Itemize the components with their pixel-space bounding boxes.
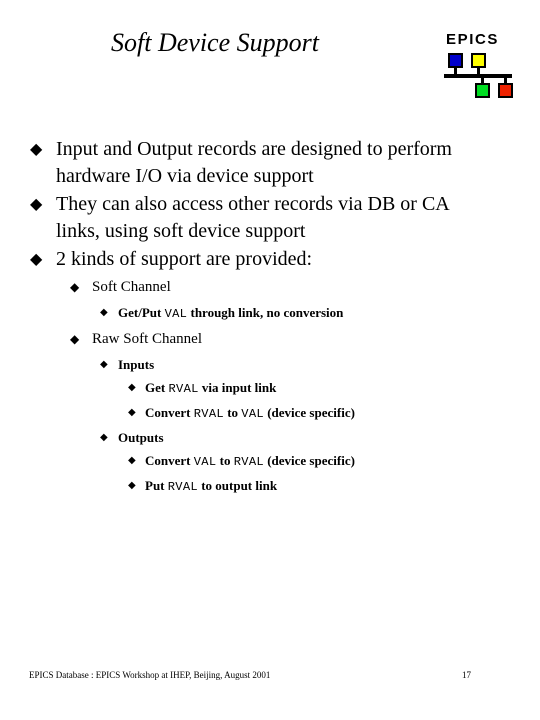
- diamond-bullet-icon: ◆: [30, 196, 43, 213]
- text-token: via input link: [198, 380, 277, 395]
- diamond-bullet-icon: ◆: [30, 251, 43, 268]
- slide-footer: EPICS Database : EPICS Workshop at IHEP,…: [0, 666, 540, 684]
- outline-item-level-1: ◆ They can also access other records via …: [0, 191, 540, 245]
- diamond-bullet-icon: ◆: [128, 480, 136, 491]
- diamond-bullet-icon: ◆: [128, 382, 136, 393]
- outline-item-label: Raw Soft Channel: [92, 331, 202, 347]
- field-name-token: RVAL: [168, 382, 199, 396]
- field-name-token: VAL: [193, 455, 217, 469]
- diamond-bullet-icon: ◆: [100, 307, 108, 318]
- diamond-bullet-icon: ◆: [128, 407, 136, 418]
- outline-item-label: 2 kinds of support are provided:: [56, 248, 313, 270]
- outline-item-label: Outputs: [118, 430, 164, 445]
- diamond-bullet-icon: ◆: [30, 141, 43, 158]
- outline-item-level-3: ◆ Outputs: [0, 426, 540, 449]
- outline-item-label: Put RVAL to output link: [145, 474, 540, 499]
- field-name-token: VAL: [241, 407, 264, 421]
- epics-logo: EPICS: [442, 32, 520, 98]
- text-token: Put: [145, 478, 168, 493]
- outline-item-label: Inputs: [118, 357, 155, 372]
- logo-node-yellow: [471, 53, 486, 68]
- text-token: through link, no conversion: [187, 305, 344, 320]
- text-token: to: [216, 453, 234, 468]
- epics-wordmark: EPICS: [446, 31, 500, 48]
- diamond-bullet-icon: ◆: [100, 432, 108, 443]
- outline-item-label: Get RVAL via input link: [145, 376, 540, 401]
- outline-item-label: Convert RVAL to VAL (device specific): [145, 401, 540, 426]
- text-token: (device specific): [263, 453, 355, 468]
- outline-item-level-1: ◆ Input and Output records are designed t…: [0, 136, 540, 190]
- diamond-bullet-icon: ◆: [70, 332, 80, 346]
- outline-item-label: Input and Output records are designed to…: [56, 138, 452, 187]
- logo-bus-bar: [444, 74, 512, 78]
- outline-item-level-2: ◆ Raw Soft Channel: [0, 326, 540, 353]
- outline-item-level-4: ◆ Convert RVAL to VAL (device specific): [0, 401, 540, 426]
- outline-item-label: Convert VAL to RVAL (device specific): [145, 449, 540, 474]
- field-name-token: RVAL: [167, 480, 198, 494]
- slide-content-outline: ◆ Input and Output records are designed t…: [0, 136, 540, 499]
- outline-item-label: Get/Put VAL through link, no conversion: [118, 301, 540, 326]
- logo-node-red: [498, 83, 513, 98]
- text-token: to: [223, 405, 242, 420]
- outline-item-level-3: ◆ Get/Put VAL through link, no conversion: [0, 301, 540, 326]
- text-token: to output link: [197, 478, 278, 493]
- outline-item-level-4: ◆ Get RVAL via input link: [0, 376, 540, 401]
- footer-page-number: 17: [462, 670, 471, 680]
- text-token: (device specific): [263, 405, 355, 420]
- outline-item-level-4: ◆ Convert VAL to RVAL (device specific): [0, 449, 540, 474]
- field-name-token: VAL: [164, 307, 188, 321]
- logo-node-green: [475, 83, 490, 98]
- text-token: Convert: [145, 405, 194, 420]
- diamond-bullet-icon: ◆: [70, 280, 80, 294]
- diamond-bullet-icon: ◆: [100, 359, 108, 370]
- page-title: Soft Device Support: [111, 28, 319, 57]
- outline-item-label: They can also access other records via D…: [56, 193, 449, 242]
- text-token: Convert: [145, 453, 194, 468]
- epics-network-diagram-icon: [442, 53, 520, 99]
- outline-item-label: Soft Channel: [92, 279, 171, 295]
- footer-caption: EPICS Database : EPICS Workshop at IHEP,…: [29, 670, 271, 680]
- text-token: Get: [145, 380, 169, 395]
- diamond-bullet-icon: ◆: [128, 455, 136, 466]
- logo-node-blue: [448, 53, 463, 68]
- outline-item-level-2: ◆ Soft Channel: [0, 274, 540, 301]
- field-name-token: RVAL: [193, 407, 224, 421]
- outline-item-level-1: ◆ 2 kinds of support are provided:: [0, 246, 540, 273]
- text-token: Get/Put: [118, 305, 165, 320]
- field-name-token: RVAL: [233, 455, 264, 469]
- outline-item-level-3: ◆ Inputs: [0, 353, 540, 376]
- outline-item-level-4: ◆ Put RVAL to output link: [0, 474, 540, 499]
